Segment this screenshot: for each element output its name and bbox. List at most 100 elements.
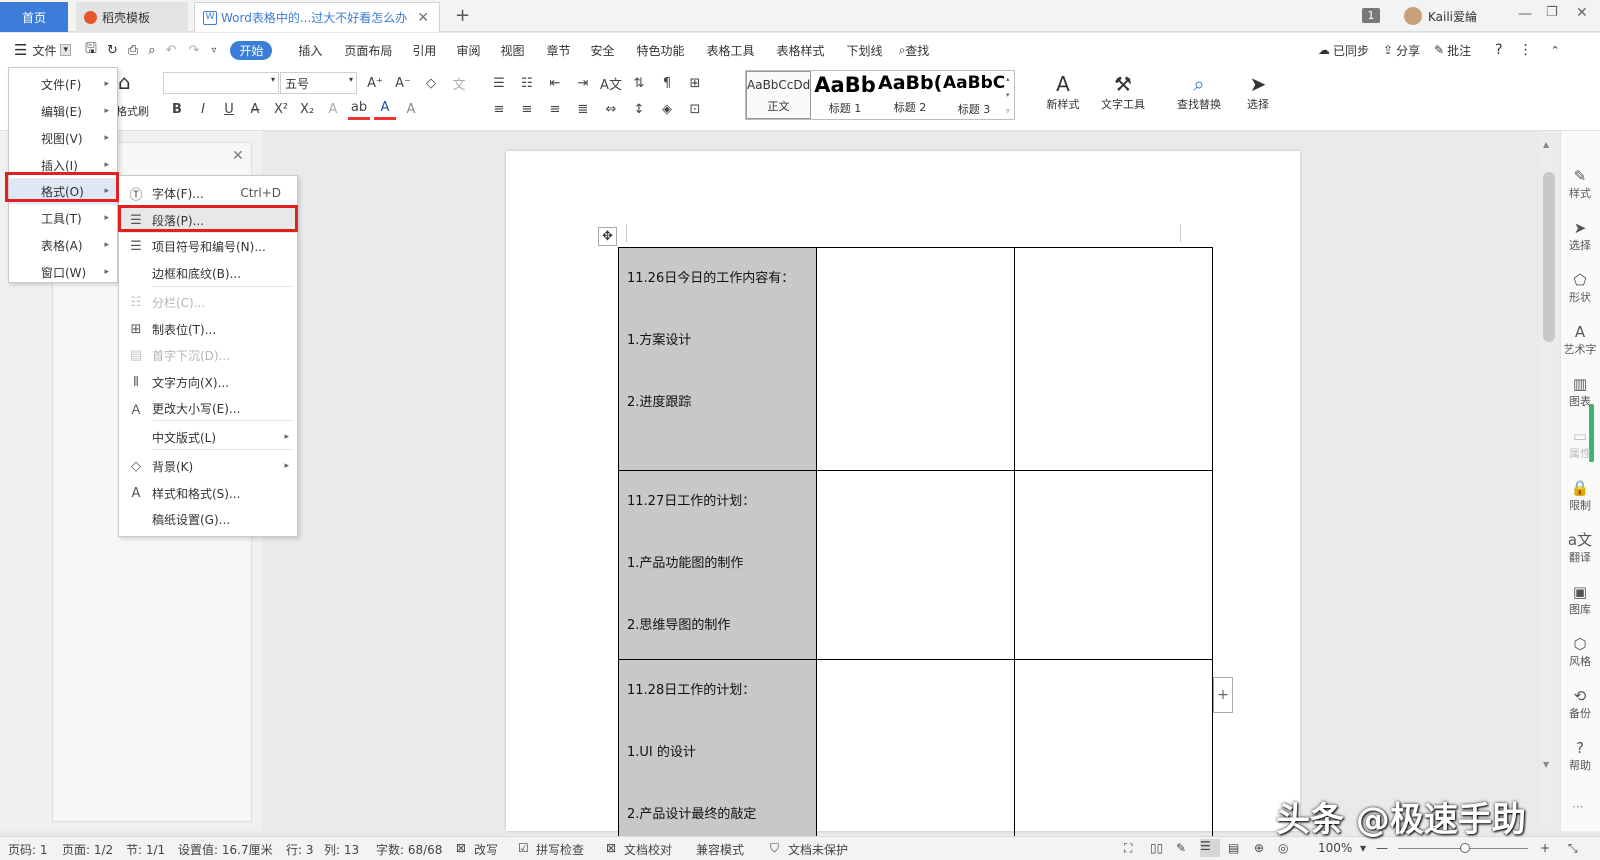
- search-label[interactable]: 查找: [905, 42, 929, 59]
- tab-6[interactable]: 章节: [546, 42, 570, 59]
- web-view-icon[interactable]: ⊕: [1254, 841, 1264, 855]
- menu-item-7[interactable]: 窗口(W) ▸: [9, 259, 117, 285]
- tab-5[interactable]: 视图: [500, 42, 524, 59]
- menu-item-6[interactable]: 表格(A) ▸: [9, 232, 117, 258]
- more-icon[interactable]: ⋮: [1519, 42, 1533, 58]
- shrink-font-icon[interactable]: A⁻: [392, 72, 414, 94]
- table-cell[interactable]: 11.26日今日的工作内容有： 1.方案设计 2.进度跟踪: [618, 247, 817, 471]
- user-name[interactable]: Kaili爱綸: [1428, 8, 1477, 25]
- sort-icon[interactable]: ⇅: [628, 72, 650, 94]
- undo-icon[interactable]: ↶: [166, 43, 177, 58]
- zoom-slider-thumb[interactable]: [1460, 843, 1470, 853]
- menu-item-2[interactable]: 视图(V) ▸: [9, 125, 117, 151]
- scroll-down-icon[interactable]: ▼: [1543, 760, 1549, 769]
- superscript-icon[interactable]: X²: [270, 98, 292, 120]
- status-protection[interactable]: 文档未保护: [788, 841, 848, 858]
- numbering-icon[interactable]: ☷: [516, 72, 538, 94]
- style-heading3[interactable]: AaBbC( 标题 3: [943, 71, 1005, 119]
- tab-9[interactable]: 表格工具: [707, 42, 755, 59]
- align-center-icon[interactable]: ≡: [516, 98, 538, 120]
- sidebar-theme-button[interactable]: ⬡ 风格: [1560, 636, 1600, 669]
- sidebar-chart-button[interactable]: ▥ 图表: [1560, 376, 1600, 409]
- format-menu-item-11[interactable]: A 样式和格式(S)...: [119, 480, 297, 506]
- distributed-icon[interactable]: ⇔: [600, 98, 622, 120]
- phonetic-icon[interactable]: 文: [448, 72, 470, 94]
- tab-8[interactable]: 特色功能: [637, 42, 685, 59]
- schedule-table[interactable]: 11.26日今日的工作内容有： 1.方案设计 2.进度跟踪 11.27日工作的计…: [618, 247, 1213, 860]
- format-painter-label[interactable]: 格式刷: [116, 103, 149, 119]
- file-dropdown-icon[interactable]: ▾: [60, 44, 71, 56]
- export-icon[interactable]: ↻: [107, 43, 118, 58]
- help-button[interactable]: ?: [1495, 42, 1502, 58]
- subscript-icon[interactable]: X₂: [296, 98, 318, 120]
- format-menu-item-0[interactable]: Ⓣ 字体(F)... Ctrl+D: [119, 180, 297, 206]
- status-section[interactable]: 节: 1/1: [126, 841, 165, 858]
- format-menu-item-3[interactable]: 边框和底纹(B)...: [119, 260, 297, 286]
- border-icon[interactable]: ⊡: [684, 98, 706, 120]
- zoom-dropdown-icon[interactable]: ▾: [1360, 841, 1366, 855]
- tab-1[interactable]: 插入: [298, 42, 322, 59]
- print-icon[interactable]: ⎙: [128, 43, 138, 58]
- sidebar-shapes-button[interactable]: ⬠ 形状: [1560, 272, 1600, 305]
- tab-2[interactable]: 页面布局: [344, 42, 392, 59]
- tab-docer-templates[interactable]: 稻壳模板: [76, 2, 188, 32]
- avatar[interactable]: [1404, 7, 1422, 25]
- menu-item-5[interactable]: 工具(T) ▸: [9, 205, 117, 231]
- select-button[interactable]: ➤ 选择: [1236, 72, 1280, 112]
- sidebar-restrict-button[interactable]: 🔒 限制: [1560, 480, 1600, 513]
- tab-7[interactable]: 安全: [590, 42, 614, 59]
- font-size-select[interactable]: 五号 ▾: [280, 72, 357, 94]
- scrollbar-thumb[interactable]: [1543, 172, 1555, 342]
- table-cell[interactable]: [1014, 659, 1213, 860]
- tab-10[interactable]: 表格样式: [777, 42, 825, 59]
- sidebar-styles-button[interactable]: ✎ 样式: [1560, 168, 1600, 201]
- status-setting[interactable]: 设置值: 16.7厘米: [178, 841, 273, 858]
- sidebar-properties-button[interactable]: ▭ 属性: [1560, 428, 1600, 461]
- table-cell[interactable]: 11.27日工作的计划： 1.产品功能图的制作 2.思维导图的制作: [618, 470, 817, 660]
- add-column-icon[interactable]: +: [1213, 677, 1233, 713]
- find-replace-button[interactable]: ⌕ 查找替换: [1168, 72, 1230, 112]
- file-menu-button[interactable]: 文件: [32, 42, 56, 59]
- minimize-icon[interactable]: —: [1518, 6, 1532, 22]
- save-icon[interactable]: 🖫: [85, 38, 97, 62]
- underline-icon[interactable]: U: [218, 98, 240, 120]
- status-page-number[interactable]: 页码: 1: [8, 841, 48, 858]
- sidebar-gallery-button[interactable]: ▣ 图库: [1560, 584, 1600, 617]
- sync-status[interactable]: 已同步: [1333, 42, 1369, 59]
- table-move-handle-icon[interactable]: ✥: [598, 227, 617, 246]
- show-marks-icon[interactable]: ¶: [656, 72, 678, 94]
- style-heading2[interactable]: AaBb( 标题 2: [878, 71, 942, 119]
- font-family-select[interactable]: ▾: [163, 72, 279, 94]
- sidebar-backup-button[interactable]: ⟲ 备份: [1560, 688, 1600, 721]
- status-spellcheck[interactable]: 拼写检查: [536, 841, 584, 858]
- tab-start[interactable]: 开始: [230, 40, 273, 60]
- text-tools-button[interactable]: ⚒ 文字工具: [1092, 72, 1154, 112]
- scroll-up-icon[interactable]: ▲: [1543, 140, 1549, 149]
- comment-button[interactable]: 批注: [1447, 42, 1471, 59]
- new-style-button[interactable]: A 新样式: [1038, 72, 1088, 112]
- align-left-icon[interactable]: ≡: [488, 98, 510, 120]
- page-view-icon[interactable]: ☰: [1200, 839, 1220, 857]
- sidebar-wordart-button[interactable]: A 艺术字: [1560, 324, 1600, 357]
- decrease-indent-icon[interactable]: ⇤: [544, 72, 566, 94]
- table-borders-icon[interactable]: ⊞: [684, 72, 706, 94]
- highlight-icon[interactable]: ab: [348, 98, 370, 120]
- table-cell[interactable]: [1014, 247, 1213, 471]
- sidebar-more-icon[interactable]: ···: [1572, 800, 1583, 814]
- format-menu-item-7[interactable]: ⫴ 文字方向(X)...: [119, 369, 297, 395]
- text-effect-icon[interactable]: A: [322, 98, 344, 120]
- zoom-in-icon[interactable]: +: [1540, 841, 1550, 855]
- read-mode-icon[interactable]: ▯▯: [1150, 841, 1163, 855]
- redo-icon[interactable]: ↷: [188, 43, 199, 58]
- styles-scroll-icon[interactable]: ▴ ▾ ▿: [1006, 71, 1014, 119]
- sidebar-select-button[interactable]: ➤ 选择: [1560, 220, 1600, 253]
- format-painter-icon[interactable]: ⌂: [118, 70, 131, 94]
- collapse-ribbon-icon[interactable]: ⌃: [1551, 44, 1560, 57]
- table-cell[interactable]: [816, 247, 1015, 471]
- shading-icon[interactable]: ◈: [656, 98, 678, 120]
- close-pane-icon[interactable]: ✕: [232, 148, 244, 164]
- menu-item-0[interactable]: 文件(F) ▸: [9, 71, 117, 97]
- char-shading-icon[interactable]: A: [400, 98, 422, 120]
- table-cell[interactable]: [816, 659, 1015, 860]
- eye-protect-icon[interactable]: ◎: [1278, 841, 1288, 855]
